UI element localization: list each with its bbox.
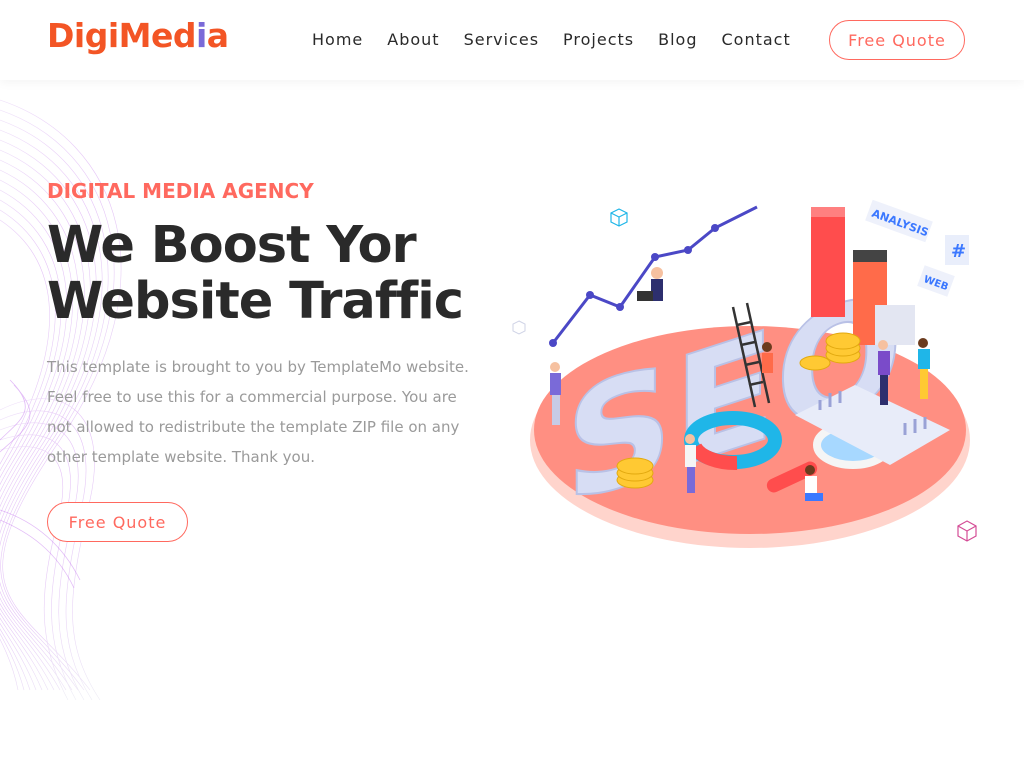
logo-text-part4: a [206, 16, 229, 55]
logo-text-part1: Digi [47, 16, 119, 55]
hero-title-line1: We Boost Yor [47, 216, 417, 275]
svg-text:#: # [951, 241, 966, 262]
nav-contact[interactable]: Contact [721, 30, 790, 49]
nav-about[interactable]: About [387, 30, 439, 49]
hero-tagline: DIGITAL MEDIA AGENCY [47, 179, 314, 203]
hero-title-line2: Website Traffic [47, 272, 464, 331]
person-on-laptop [637, 267, 663, 301]
logo-text-part3: i [195, 16, 207, 55]
nav-services[interactable]: Services [464, 30, 539, 49]
web-label: WEB [917, 265, 955, 297]
cube-icon-left [512, 320, 526, 335]
hashtag-label: # [945, 235, 969, 265]
bar-red [811, 207, 845, 317]
analysis-label: ANALYSIS [865, 199, 933, 243]
cube-icon-top [610, 208, 628, 227]
site-header: DigiMedia Home About Services Projects B… [0, 0, 1024, 80]
logo[interactable]: DigiMedia [47, 18, 229, 54]
hero-description: This template is brought to you by Templ… [47, 358, 469, 466]
cube-icon-bottom-right [957, 520, 977, 542]
header-free-quote-button[interactable]: Free Quote [829, 20, 965, 60]
nav-home[interactable]: Home [312, 30, 363, 49]
bar-gray [875, 305, 915, 345]
coin-stack-left [616, 457, 654, 489]
hero-title: We Boost Yor Website Traffic [47, 218, 487, 330]
main-nav: Home About Services Projects Blog Contac… [312, 30, 815, 49]
seo-illustration: SEO ANALYSIS # WEB [512, 199, 977, 548]
logo-text-part2: Med [118, 16, 197, 55]
person-ladder [762, 342, 773, 373]
nav-projects[interactable]: Projects [563, 30, 634, 49]
hero-free-quote-button[interactable]: Free Quote [47, 502, 188, 542]
nav-blog[interactable]: Blog [658, 30, 697, 49]
